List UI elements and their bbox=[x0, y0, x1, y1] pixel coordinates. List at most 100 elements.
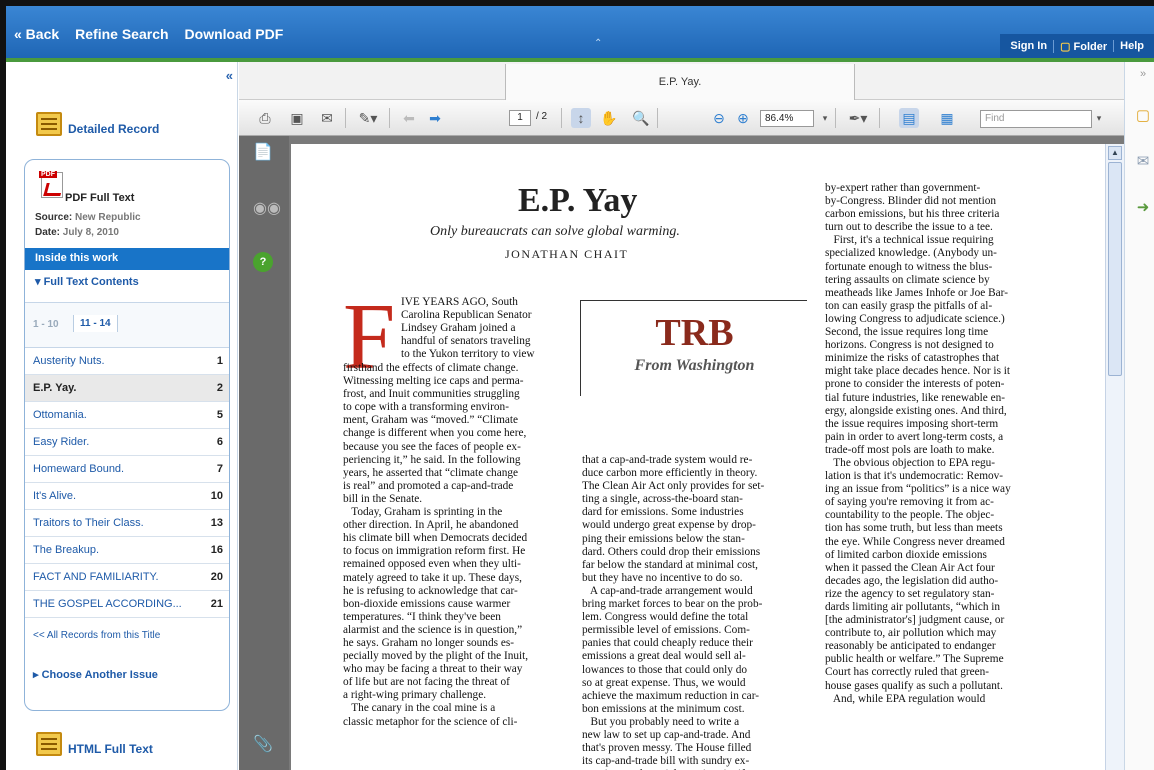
top-bar: « Back Refine Search Download PDF ⌃ Sign… bbox=[6, 6, 1154, 58]
trb-box: TRB From Washington bbox=[580, 300, 807, 396]
viewer-tab-bar: E.P. Yay. bbox=[239, 62, 1124, 100]
folder-icon[interactable]: ▢ bbox=[1133, 106, 1153, 124]
zoom-out-icon[interactable]: ⊖ bbox=[709, 108, 729, 128]
source-label: Source: bbox=[35, 212, 73, 223]
select-text-icon[interactable]: ↕ bbox=[571, 108, 591, 128]
html-full-text-link[interactable]: HTML Full Text bbox=[36, 732, 153, 756]
next-page-icon[interactable]: ➡ bbox=[425, 108, 445, 128]
download-pdf-link[interactable]: Download PDF bbox=[185, 26, 284, 42]
find-input[interactable]: Find bbox=[980, 110, 1092, 128]
email-icon[interactable]: ✉ bbox=[317, 108, 337, 128]
back-link[interactable]: « Back bbox=[14, 26, 59, 42]
scroll-thumb[interactable] bbox=[1108, 162, 1122, 376]
page-total: / 2 bbox=[536, 111, 548, 122]
contents-pager: 1 - 10 11 - 14 bbox=[25, 302, 229, 348]
toc-item-title: Ottomania. bbox=[33, 409, 87, 421]
toc-item-title: The Breakup. bbox=[33, 544, 100, 556]
toc-item[interactable]: Ottomania. 5 bbox=[25, 402, 229, 429]
help-icon[interactable]: ? bbox=[253, 252, 273, 272]
article-title: E.P. Yay bbox=[518, 182, 638, 219]
column-1-text: firsthand the effects of climate change.… bbox=[343, 362, 529, 728]
article-subtitle: Only bureaucrats can solve global warmin… bbox=[430, 224, 680, 239]
scroll-up-icon[interactable]: ▲ bbox=[1108, 146, 1122, 160]
detailed-record-link[interactable]: Detailed Record bbox=[36, 112, 159, 136]
find-dropdown-icon[interactable]: ▾ bbox=[1089, 108, 1109, 128]
left-panel: « Detailed Record PDF Full Text Source: … bbox=[6, 62, 238, 770]
all-records-link[interactable]: << All Records from this Title bbox=[33, 630, 160, 641]
toc-item-page: 10 bbox=[210, 490, 223, 502]
toolbar-separator bbox=[657, 108, 658, 128]
article-author: JONATHAN CHAIT bbox=[505, 247, 629, 261]
pager-page-1[interactable]: 1 - 10 bbox=[33, 319, 59, 330]
toc-item-title: It's Alive. bbox=[33, 490, 77, 502]
fit-width-icon[interactable]: ▤ bbox=[899, 108, 919, 128]
document-tab[interactable]: E.P. Yay. bbox=[505, 64, 855, 100]
page-scrollbar[interactable]: ▲ bbox=[1105, 144, 1124, 770]
zoom-in-icon[interactable]: ⊕ bbox=[733, 108, 753, 128]
pdf-page: E.P. Yay Only bureaucrats can solve glob… bbox=[291, 144, 1105, 770]
toc-item[interactable]: E.P. Yay. 2 bbox=[25, 375, 229, 402]
account-links: Sign In ▢ Folder Help bbox=[1000, 34, 1154, 58]
inside-this-work-header: Inside this work bbox=[25, 248, 229, 270]
page-number-input[interactable]: 1 bbox=[509, 110, 531, 126]
share-dropdown-icon[interactable]: ✎▾ bbox=[353, 108, 383, 128]
toc-item[interactable]: Austerity Nuts. 1 bbox=[25, 348, 229, 375]
collapse-header-icon[interactable]: ⌃ bbox=[594, 38, 602, 49]
toc-item[interactable]: Homeward Bound. 7 bbox=[25, 456, 229, 483]
zoom-dropdown-icon[interactable]: ▾ bbox=[815, 108, 835, 128]
marquee-zoom-icon[interactable]: 🔍 bbox=[631, 108, 651, 128]
full-text-contents-toggle[interactable]: ▾ Full Text Contents bbox=[35, 275, 139, 288]
source-line: Source: New Republic bbox=[35, 212, 141, 223]
app-frame: « Back Refine Search Download PDF ⌃ Sign… bbox=[0, 0, 1154, 770]
choose-another-issue-label: Choose Another Issue bbox=[41, 669, 158, 681]
refine-search-link[interactable]: Refine Search bbox=[75, 26, 168, 42]
expand-rail-icon[interactable]: » bbox=[1133, 68, 1153, 86]
full-text-contents-label: Full Text Contents bbox=[43, 276, 139, 288]
toc-item-page: 2 bbox=[216, 382, 223, 394]
sign-in-link[interactable]: Sign In bbox=[1004, 40, 1053, 52]
column-3-text: by-expert rather than government- by-Con… bbox=[825, 182, 1011, 705]
toc-item-title: Easy Rider. bbox=[33, 436, 90, 448]
date-line: Date: July 8, 2010 bbox=[35, 227, 119, 238]
choose-another-issue-toggle[interactable]: ▸ Choose Another Issue bbox=[33, 668, 158, 681]
pager-page-2[interactable]: 11 - 14 bbox=[73, 315, 118, 332]
fit-page-icon[interactable]: ▦ bbox=[937, 108, 957, 128]
toc-item[interactable]: FACT AND FAMILIARITY. 20 bbox=[25, 564, 229, 591]
toc-item-page: 13 bbox=[210, 517, 223, 529]
attachment-icon[interactable]: 📎 bbox=[253, 734, 273, 754]
toc-item[interactable]: The Breakup. 16 bbox=[25, 537, 229, 564]
trb-subtitle: From Washington bbox=[634, 357, 755, 374]
pages-icon[interactable]: 📄 bbox=[253, 142, 273, 162]
toc-item[interactable]: THE GOSPEL ACCORDING... 21 bbox=[25, 591, 229, 618]
toc-item-page: 21 bbox=[210, 598, 223, 610]
column-2-text: that a cap-and-trade system would re- du… bbox=[582, 454, 765, 770]
detailed-record-label: Detailed Record bbox=[68, 122, 160, 136]
top-nav: « Back Refine Search Download PDF bbox=[14, 26, 283, 42]
html-doc-icon bbox=[36, 732, 62, 756]
binoculars-icon[interactable]: ◉◉ bbox=[253, 198, 281, 218]
folder-link[interactable]: ▢ Folder bbox=[1053, 39, 1113, 53]
pdf-full-text-box: PDF Full Text Source: New Republic Date:… bbox=[24, 159, 230, 711]
email-icon[interactable]: ✉ bbox=[1133, 152, 1153, 170]
toolbar-separator bbox=[879, 108, 880, 128]
save-icon[interactable]: ▣ bbox=[287, 108, 307, 128]
pdf-icon bbox=[39, 171, 63, 198]
zoom-level-select[interactable]: 86.4% bbox=[760, 110, 814, 127]
collapse-panel-icon[interactable]: « bbox=[226, 68, 233, 83]
toolbar-separator bbox=[345, 108, 346, 128]
pdf-viewer: E.P. Yay. ⎙ ▣ ✉ ✎▾ ⬅ ➡ 1 / 2 ↕ ✋ 🔍 ⊖ ⊕ 8… bbox=[239, 62, 1124, 770]
toc-item-page: 7 bbox=[216, 463, 223, 475]
toc-item[interactable]: It's Alive. 10 bbox=[25, 483, 229, 510]
toc-item-page: 6 bbox=[216, 436, 223, 448]
toc-item-page: 5 bbox=[216, 409, 223, 421]
export-icon[interactable]: ➜ bbox=[1133, 198, 1153, 216]
toc-item[interactable]: Easy Rider. 6 bbox=[25, 429, 229, 456]
toc-item[interactable]: Traitors to Their Class. 13 bbox=[25, 510, 229, 537]
sign-tool-icon[interactable]: ✒▾ bbox=[843, 108, 873, 128]
print-icon[interactable]: ⎙ bbox=[255, 108, 275, 128]
previous-page-icon[interactable]: ⬅ bbox=[399, 108, 419, 128]
toc-item-title: Austerity Nuts. bbox=[33, 355, 105, 367]
hand-tool-icon[interactable]: ✋ bbox=[599, 108, 619, 128]
toc-item-title: Traitors to Their Class. bbox=[33, 517, 144, 529]
help-link[interactable]: Help bbox=[1113, 40, 1150, 52]
